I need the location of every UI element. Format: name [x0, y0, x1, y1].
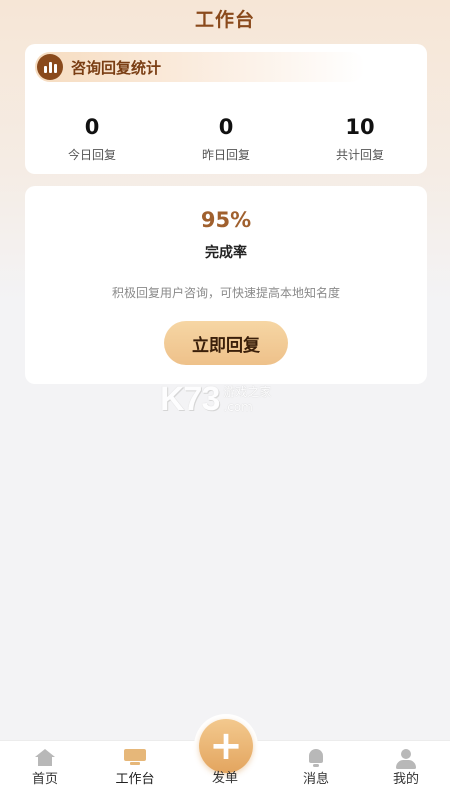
- stat-yesterday: 0 昨日回复: [159, 114, 293, 168]
- bar-chart-icon: [37, 54, 63, 80]
- completion-rate-label: 完成率: [205, 245, 247, 261]
- tab-post-order-label[interactable]: 发单: [190, 767, 260, 786]
- home-icon: [35, 749, 55, 766]
- stat-today: 0 今日回复: [25, 114, 159, 168]
- tab-mine-label: 我的: [392, 772, 419, 787]
- stats-card-header: 咨询回复统计: [35, 52, 365, 82]
- stat-today-value: 0: [84, 115, 100, 139]
- tab-workbench[interactable]: 工作台: [100, 741, 170, 800]
- user-icon: [396, 749, 416, 769]
- tab-messages-label: 消息: [302, 772, 329, 787]
- page-title: 工作台: [194, 8, 255, 31]
- tab-messages[interactable]: 消息: [281, 741, 351, 800]
- tab-mine[interactable]: 我的: [371, 741, 441, 800]
- tab-home-label: 首页: [31, 772, 58, 787]
- page-header: 工作台: [0, 0, 450, 36]
- bell-icon: [307, 749, 325, 767]
- stats-row: 0 今日回复 0 昨日回复 10 共计回复: [25, 114, 427, 168]
- reply-now-button[interactable]: 立即回复: [164, 321, 288, 365]
- stat-total-label: 共计回复: [335, 148, 384, 162]
- watermark-logo: K73 游戏之家 .com: [160, 380, 271, 419]
- stat-total-value: 10: [345, 115, 375, 139]
- stat-today-label: 今日回复: [67, 148, 116, 162]
- completion-hint: 积极回复用户咨询，可快速提高本地知名度: [111, 286, 340, 300]
- reply-stats-card: 咨询回复统计 0 今日回复 0 昨日回复 10 共计回复: [25, 44, 427, 174]
- watermark-line1: 游戏之家: [223, 384, 272, 399]
- tab-home[interactable]: 首页: [10, 741, 80, 800]
- completion-card: 95% 完成率 积极回复用户咨询，可快速提高本地知名度 立即回复: [25, 186, 427, 384]
- stat-total: 10 共计回复: [293, 114, 427, 168]
- watermark-line2: .com: [223, 399, 253, 414]
- plus-icon[interactable]: +: [199, 719, 253, 773]
- tab-workbench-label: 工作台: [115, 772, 155, 787]
- completion-rate-value: 95%: [200, 208, 252, 232]
- stat-yesterday-value: 0: [218, 115, 234, 139]
- stat-yesterday-label: 昨日回复: [201, 148, 250, 162]
- stats-card-title: 咨询回复统计: [71, 58, 162, 77]
- watermark-main: K73: [160, 380, 220, 418]
- desk-icon: [124, 749, 146, 765]
